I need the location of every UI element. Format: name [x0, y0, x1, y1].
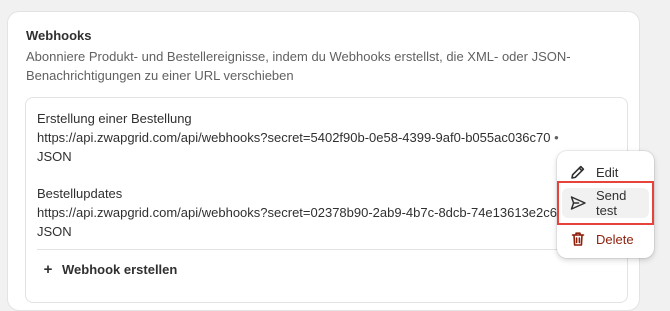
menu-item-label: Delete — [596, 231, 634, 247]
plus-icon: + — [43, 261, 53, 278]
webhook-format: JSON — [37, 224, 72, 239]
menu-item-label: Edit — [596, 164, 619, 180]
pencil-icon — [569, 163, 587, 181]
webhook-url: https://api.zwapgrid.com/api/webhooks?se… — [37, 205, 557, 220]
webhook-format: JSON — [37, 149, 72, 164]
webhook-item: Bestellupdates https://api.zwapgrid.com/… — [37, 184, 557, 241]
webhooks-card: Webhooks Abonniere Produkt- und Bestelle… — [7, 11, 640, 311]
trash-icon — [569, 230, 587, 248]
webhook-event-name: Bestellupdates — [37, 186, 123, 201]
webhook-list: Erstellung einer Bestellung https://api.… — [25, 97, 628, 303]
menu-item-delete[interactable]: Delete — [562, 224, 649, 254]
card-description: Abonniere Produkt- und Bestellereignisse… — [26, 49, 571, 83]
highlight-box — [557, 181, 654, 225]
webhook-url-line: https://api.zwapgrid.com/api/webhooks?se… — [37, 128, 559, 147]
card-title: Webhooks — [26, 28, 92, 43]
webhook-event-name: Erstellung einer Bestellung — [37, 111, 192, 126]
separator-dot: • — [554, 130, 559, 145]
webhook-url: https://api.zwapgrid.com/api/webhooks?se… — [37, 130, 551, 145]
create-webhook-label: Webhook erstellen — [62, 262, 178, 277]
create-webhook-button[interactable]: + Webhook erstellen — [40, 261, 178, 278]
webhook-item: Erstellung einer Bestellung https://api.… — [37, 109, 559, 166]
divider — [37, 249, 617, 250]
